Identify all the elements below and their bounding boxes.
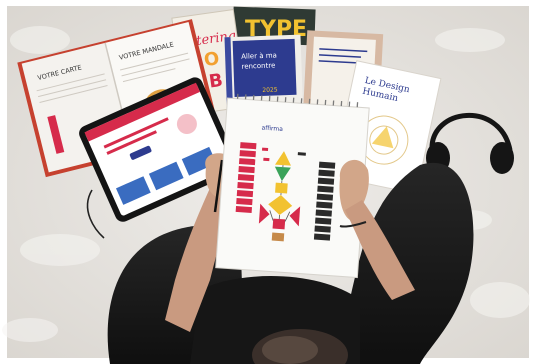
svg-text:rencontre: rencontre bbox=[241, 62, 275, 71]
svg-text:O: O bbox=[203, 48, 221, 71]
photo-frame: TYPE lettering M O T B VOTRE CARTE VOTRE… bbox=[0, 0, 536, 364]
svg-text:2025: 2025 bbox=[262, 86, 278, 94]
svg-text:Aller à ma: Aller à ma bbox=[241, 51, 277, 60]
scene: TYPE lettering M O T B VOTRE CARTE VOTRE… bbox=[0, 0, 536, 364]
svg-text:B: B bbox=[208, 70, 225, 93]
